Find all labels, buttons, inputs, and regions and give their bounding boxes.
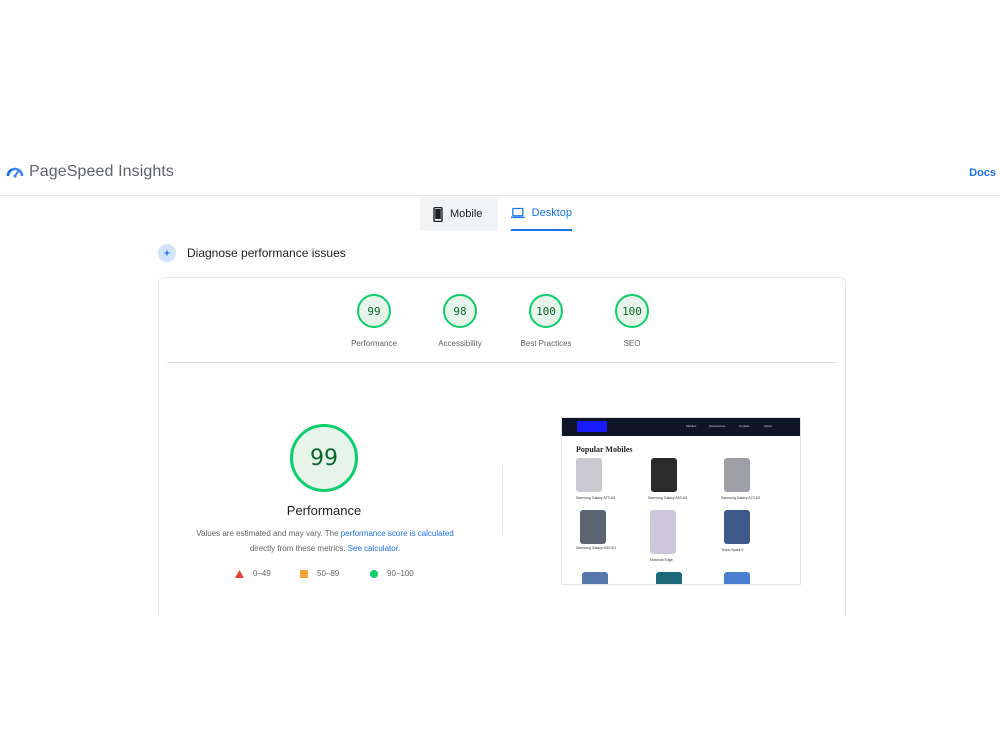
product-name: Samsung Galaxy A73 5G [721, 496, 761, 500]
note-text: Values are estimated and may vary. The [196, 529, 341, 538]
gauge-label: SEO [623, 339, 641, 348]
tab-mobile-label: Mobile [450, 208, 483, 220]
product-name: Samsung Galaxy A73 5G [576, 496, 616, 500]
performance-gauge: 99 [290, 424, 358, 492]
product-image [724, 572, 750, 584]
vertical-divider [502, 465, 503, 535]
legend-range: 90–100 [387, 569, 414, 578]
gauge-accessibility[interactable]: 98 Accessibility [415, 294, 505, 348]
product-name: Motorola Edge [650, 558, 673, 562]
legend-range: 50–89 [317, 569, 340, 578]
tab-mobile[interactable]: Mobile [420, 197, 498, 231]
screenshot-menu-item: Mobiles [686, 424, 697, 428]
tab-desktop-label: Desktop [531, 207, 572, 219]
legend-average: 50–89 [300, 569, 339, 578]
pagespeed-logo-icon [6, 167, 24, 178]
product-image [724, 510, 750, 544]
gauge-score: 98 [443, 294, 477, 328]
gauge-score: 99 [357, 294, 391, 328]
gauge-score: 100 [529, 294, 563, 328]
product-image [651, 458, 677, 492]
screenshot-menu-item: Contact [739, 424, 750, 428]
app-title: PageSpeed Insights [29, 163, 175, 180]
legend-range: 0–49 [253, 569, 271, 578]
product-image [576, 458, 602, 492]
gauge-score: 100 [615, 294, 649, 328]
screenshot-heading: Popular Mobiles [576, 445, 633, 454]
screenshot-logo [577, 421, 607, 432]
app-header: PageSpeed Insights Docs [0, 156, 1000, 196]
product-image [582, 572, 608, 584]
docs-link[interactable]: Docs [969, 167, 996, 179]
gauge-divider [167, 362, 837, 363]
pass-circle-icon [370, 569, 378, 578]
note-text: directly from these metrics. [249, 544, 348, 553]
product-image [650, 510, 676, 554]
product-image [580, 510, 606, 544]
average-square-icon [300, 569, 308, 578]
screenshot-menu-item: Accessories [709, 424, 726, 428]
screenshot-navbar: Mobiles Accessories Contact About [562, 418, 800, 436]
screenshot-menu-item: About [764, 424, 772, 428]
product-image [656, 572, 682, 584]
gauge-seo[interactable]: 100 SEO [587, 294, 677, 348]
product-name: Tecno Spark 9 [721, 548, 744, 552]
legend-fail: 0–49 [235, 569, 271, 578]
gauge-label: Performance [351, 339, 397, 348]
performance-score-link[interactable]: performance score is calculated [341, 529, 454, 538]
diagnose-section-header: Diagnose performance issues [158, 244, 346, 262]
fail-triangle-icon [235, 569, 244, 578]
product-image [724, 458, 750, 492]
legend-pass: 90–100 [370, 569, 414, 578]
gauge-label: Accessibility [438, 339, 482, 348]
phone-icon [433, 206, 443, 222]
diagnose-label: Diagnose performance issues [187, 246, 346, 260]
diagnose-icon [158, 244, 176, 262]
gauge-label: Best Practices [520, 339, 572, 348]
see-calculator-link[interactable]: See calculator. [348, 544, 400, 553]
gauge-best-practices[interactable]: 100 Best Practices [501, 294, 591, 348]
laptop-icon [511, 207, 525, 219]
gauge-performance[interactable]: 99 Performance [329, 294, 419, 348]
page-screenshot: Mobiles Accessories Contact About Popula… [561, 417, 801, 585]
performance-title: Performance [286, 503, 362, 518]
performance-note: Values are estimated and may vary. The p… [175, 526, 475, 556]
product-name: Samsung Galaxy M33 5G [576, 546, 617, 550]
product-name: Samsung Galaxy A53 5G [648, 496, 688, 500]
tab-desktop[interactable]: Desktop [511, 197, 572, 231]
